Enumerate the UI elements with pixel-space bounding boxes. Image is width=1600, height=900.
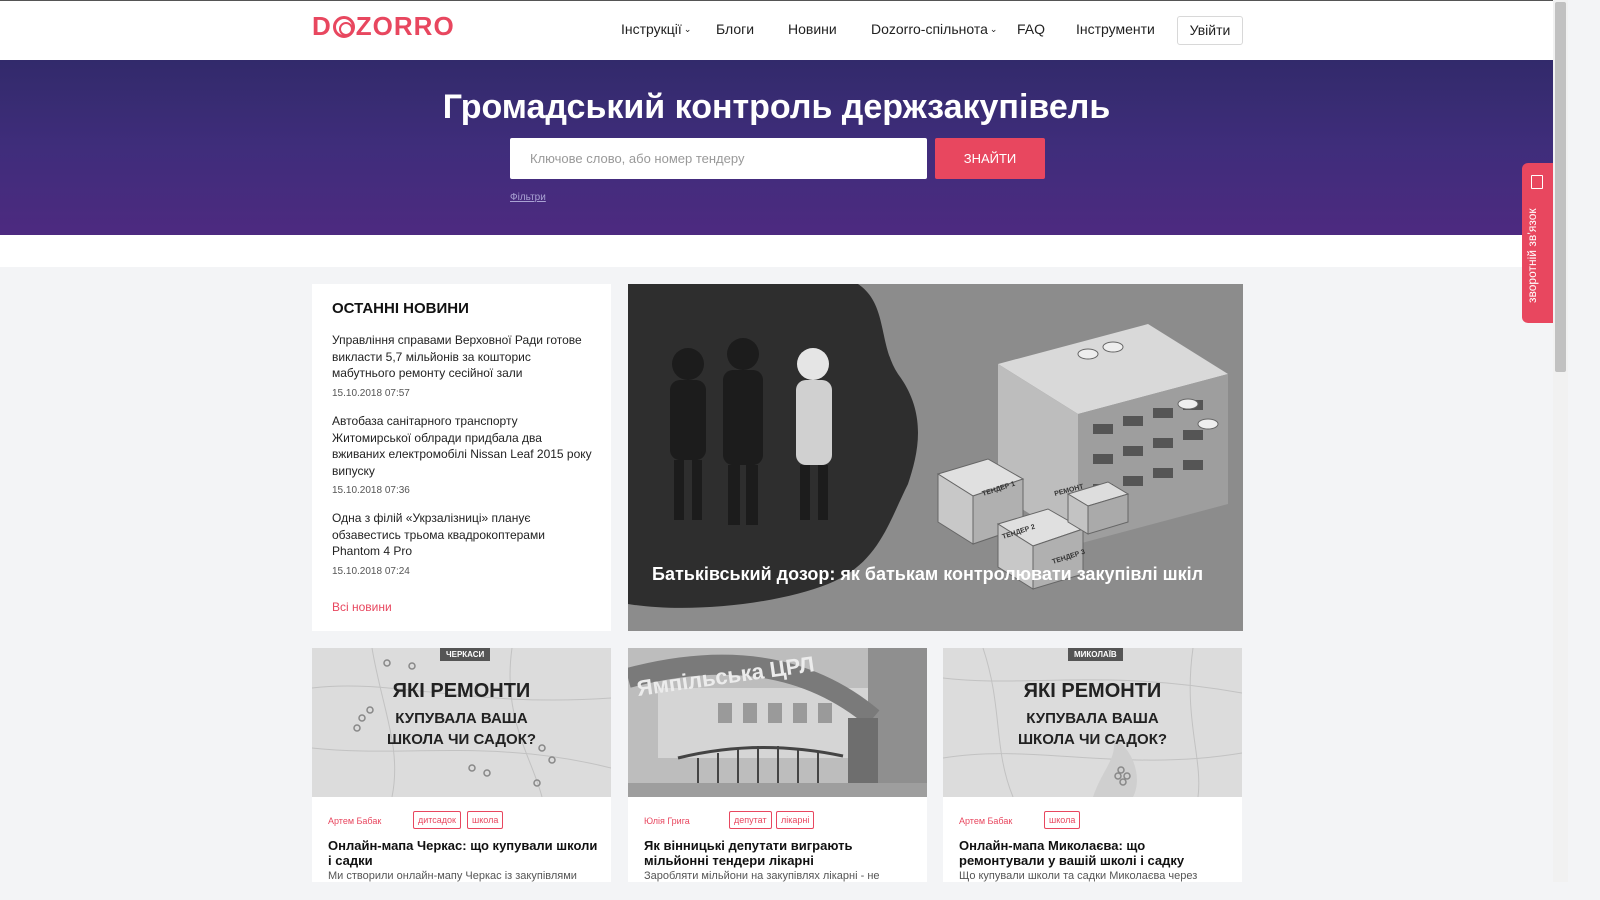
author-name[interactable]: Артем Бабак [959,816,1012,826]
all-news-link[interactable]: Всі новини [332,600,392,614]
dozorro-logo[interactable]: D ZORRO [312,11,455,42]
news-date: 15.10.2018 07:24 [332,566,410,577]
hero-banner: Громадський контроль держзакупівель ЗНАЙ… [0,60,1553,235]
city-tag: ЧЕРКАСИ [440,648,491,661]
nav-item-blogs[interactable]: Блоги [716,21,754,37]
article-card[interactable]: МИКОЛАЇВ ЯКІ РЕМОНТИ КУПУВАЛА ВАША ШКОЛА… [943,648,1242,882]
nav-item-community[interactable]: Dozorro-спільнота ⌄ [871,21,997,37]
card-title[interactable]: Онлайн-мапа Миколаєва: що ремонтували у … [959,838,1229,868]
news-item[interactable]: Управління справами Верховної Ради готов… [332,332,592,382]
feedback-label: зворотній зв’язок [1525,208,1539,303]
article-card[interactable]: Ямпільська ЦРЛ Юлія Грига депутат лікарн… [628,648,927,882]
nav-item-tools[interactable]: Інструменти [1076,21,1155,37]
news-item[interactable]: Автобаза санітарного транспорту Житомирс… [332,413,592,479]
news-item[interactable]: Одна з філій «Укрзалізниці» планує обзав… [332,510,592,560]
news-date: 15.10.2018 07:57 [332,388,410,399]
card-description: Що купували школи та садки Миколаєва чер… [959,870,1198,882]
latest-news-panel: ОСТАННІ НОВИНИ Управління справами Верхо… [312,284,611,631]
chevron-down-icon: ⌄ [989,24,998,34]
filters-link[interactable]: Фільтри [510,192,546,203]
latest-news-title: ОСТАННІ НОВИНИ [332,300,469,317]
news-date: 15.10.2018 07:36 [332,485,410,496]
card-title[interactable]: Онлайн-мапа Черкас: що купували школи і … [328,838,598,868]
document-icon [1531,175,1543,189]
map-image: ЧЕРКАСИ ЯКІ РЕМОНТИ КУПУВАЛА ВАША ШКОЛА … [312,648,611,797]
map-heading: ЯКІ РЕМОНТИ [392,680,531,702]
city-tag: МИКОЛАЇВ [1068,648,1123,661]
tag-badge[interactable]: депутат [729,811,772,829]
featured-caption[interactable]: Батьківський дозор: як батькам контролюв… [652,564,1203,585]
scrollbar-thumb[interactable] [1555,2,1566,372]
featured-article[interactable]: ТЕНДЕР 1 ТЕНДЕР 2 ТЕНДЕР 3 РЕМОНТ Батькі… [628,284,1243,631]
search-button[interactable]: ЗНАЙТИ [935,138,1045,179]
map-subheading: КУПУВАЛА ВАША ШКОЛА ЧИ САДОК? [1017,710,1168,748]
tag-badge[interactable]: школа [1044,811,1081,829]
divider-strip [0,235,1553,267]
chevron-down-icon: ⌄ [683,24,692,34]
card-title[interactable]: Як вінницькі депутати виграють мільйонні… [644,838,914,868]
nav-item-news[interactable]: Новини [788,21,837,37]
article-card[interactable]: ЧЕРКАСИ ЯКІ РЕМОНТИ КУПУВАЛА ВАША ШКОЛА … [312,648,611,882]
login-button[interactable]: Увійти [1177,16,1243,45]
author-name[interactable]: Юлія Грига [644,816,690,826]
tag-badge[interactable]: дитсадок [413,811,461,829]
nav-item-faq[interactable]: FAQ [1017,21,1045,37]
tag-badge[interactable]: школа [467,811,504,829]
author-name[interactable]: Артем Бабак [328,816,381,826]
hospital-gate-illustration: Ямпільська ЦРЛ [628,648,927,797]
top-navbar: D ZORRO Інструкції ⌄ Блоги Новини Dozorro-… [0,0,1553,60]
map-subheading: КУПУВАЛА ВАША ШКОЛА ЧИ САДОК? [386,710,537,748]
map-image: МИКОЛАЇВ ЯКІ РЕМОНТИ КУПУВАЛА ВАША ШКОЛА… [943,648,1242,797]
search-input[interactable] [510,138,927,179]
feedback-tab[interactable]: зворотній зв’язок [1522,163,1553,323]
hospital-photo: Ямпільська ЦРЛ [628,648,927,797]
nav-item-instructions[interactable]: Інструкції ⌄ [621,21,691,37]
map-heading: ЯКІ РЕМОНТИ [1023,680,1162,702]
card-description: Заробляти мільйони на закупівлях лікарні… [644,870,880,882]
hero-title: Громадський контроль держзакупівель [442,88,1111,126]
tag-badge[interactable]: лікарні [776,811,815,829]
card-description: Ми створили онлайн-мапу Черкас із закупі… [328,870,577,882]
